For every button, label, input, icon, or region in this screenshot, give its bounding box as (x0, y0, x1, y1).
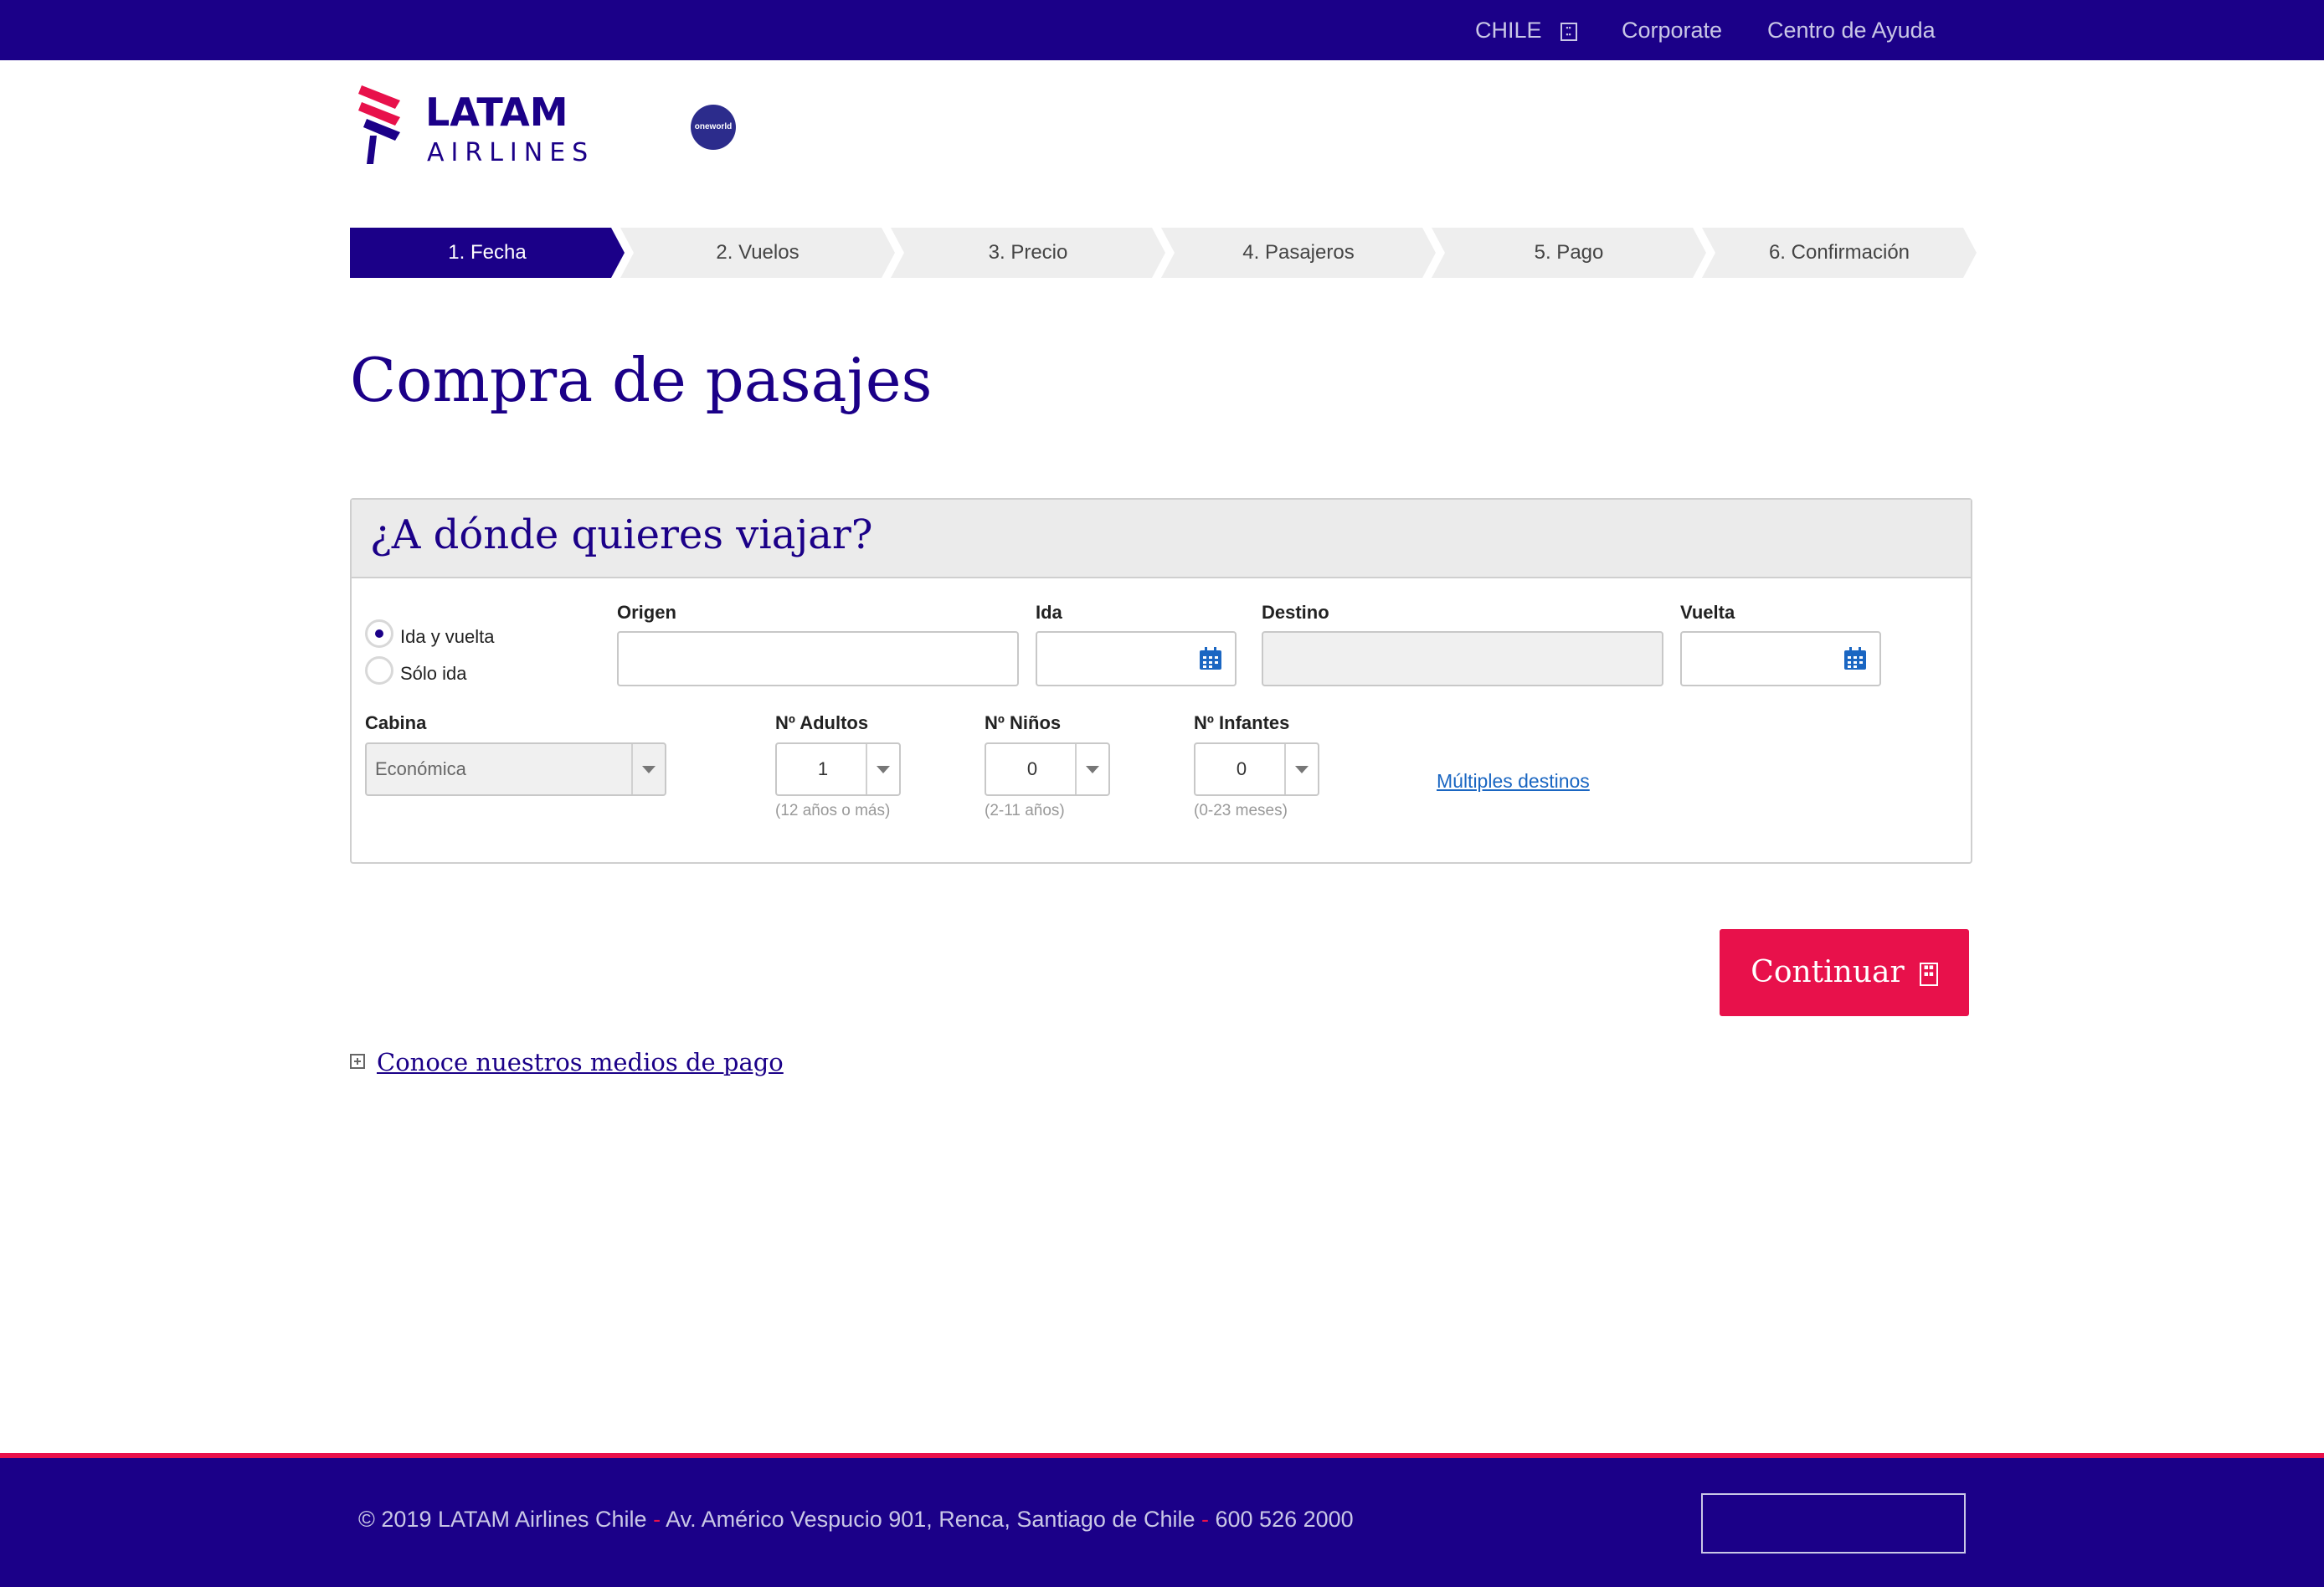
children-select[interactable]: 0 (985, 742, 1110, 796)
search-panel-title: ¿A dónde quieres viajar? (370, 511, 873, 558)
chevron-down-icon (1295, 766, 1309, 773)
one-way-label[interactable]: Sólo ida (400, 663, 467, 685)
booking-steps: 1. Fecha 2. Vuelos 3. Precio 4. Pasajero… (350, 228, 1977, 278)
children-hint: (2-11 años) (985, 802, 1065, 819)
brand-name: LATAM (425, 90, 568, 135)
payment-methods-label: Conoce nuestros medios de pago (377, 1048, 784, 1076)
radio-selected-dot (375, 629, 383, 638)
flag-icon: ▪▪ ▪▪ (1560, 22, 1577, 41)
infants-select[interactable]: 0 (1194, 742, 1319, 796)
adults-label: Nº Adultos (775, 712, 869, 733)
multiple-destinations-link[interactable]: Múltiples destinos (1437, 770, 1590, 793)
step-fecha: 1. Fecha (350, 228, 625, 278)
adults-select[interactable]: 1 (775, 742, 901, 796)
corporate-link[interactable]: Corporate (1622, 0, 1722, 60)
adults-value: 1 (817, 758, 829, 779)
step-pasajeros: 4. Pasajeros (1161, 228, 1436, 278)
payment-methods-link[interactable]: Conoce nuestros medios de pago (350, 1048, 784, 1076)
destination-input[interactable] (1262, 631, 1663, 686)
brand-sub: AIRLINES (427, 138, 594, 167)
continue-button-label: Continuar (1751, 955, 1905, 989)
footer-separator: - (1201, 1507, 1209, 1532)
cabin-select[interactable]: Económica (365, 742, 666, 796)
round-trip-radio[interactable] (365, 619, 393, 648)
step-precio: 3. Precio (891, 228, 1165, 278)
departure-label: Ida (1036, 602, 1062, 623)
footer-address: Av. Américo Vespucio 901, Renca, Santiag… (666, 1507, 1195, 1532)
footer-empty-box[interactable] (1701, 1493, 1966, 1554)
footer-text: © 2019 LATAM Airlines Chile - Av. Améric… (358, 1507, 1354, 1533)
cabin-value: Económica (375, 758, 466, 779)
arrow-right-icon: ▪▪ ▪▪ (1919, 963, 1938, 986)
adults-hint: (12 años o más) (775, 802, 891, 819)
origin-input[interactable] (617, 631, 1019, 686)
oneworld-badge: oneworld (691, 105, 736, 150)
children-label: Nº Niños (985, 712, 1062, 733)
footer-phone: 600 526 2000 (1215, 1507, 1354, 1532)
top-bar: CHILE ▪▪ ▪▪ Corporate Centro de Ayuda (0, 0, 2324, 60)
return-label: Vuelta (1680, 602, 1735, 623)
destination-label: Destino (1262, 602, 1329, 623)
continue-button[interactable]: Continuar ▪▪ ▪▪ (1720, 929, 1969, 1016)
departure-date-input[interactable] (1036, 631, 1237, 686)
chevron-down-icon (1086, 766, 1099, 773)
footer: © 2019 LATAM Airlines Chile - Av. Améric… (0, 1458, 2324, 1587)
step-vuelos: 2. Vuelos (620, 228, 895, 278)
infants-hint: (0-23 meses) (1194, 802, 1288, 819)
chevron-down-icon (877, 766, 890, 773)
return-date-input[interactable] (1680, 631, 1881, 686)
country-selector[interactable]: CHILE ▪▪ ▪▪ (1475, 0, 1577, 60)
latam-logo[interactable]: LATAM AIRLINES (358, 84, 626, 167)
chevron-down-icon (642, 766, 656, 773)
children-value: 0 (1026, 758, 1038, 779)
search-panel-header: ¿A dónde quieres viajar? (352, 500, 1971, 578)
infants-label: Nº Infantes (1194, 712, 1290, 733)
help-center-link[interactable]: Centro de Ayuda (1767, 0, 1936, 60)
one-way-radio[interactable] (365, 656, 393, 685)
round-trip-label[interactable]: Ida y vuelta (400, 626, 495, 648)
footer-copyright: © 2019 LATAM Airlines Chile (358, 1507, 647, 1532)
country-label: CHILE (1475, 18, 1542, 43)
footer-separator: - (653, 1507, 661, 1532)
step-pago: 5. Pago (1432, 228, 1706, 278)
step-confirmacion: 6. Confirmación (1702, 228, 1977, 278)
plus-icon (350, 1054, 365, 1069)
origin-label: Origen (617, 602, 676, 623)
infants-value: 0 (1236, 758, 1247, 779)
search-panel: ¿A dónde quieres viajar? Ida y vuelta Só… (350, 498, 1972, 864)
calendar-icon[interactable] (1843, 646, 1868, 671)
cabin-label: Cabina (365, 712, 427, 733)
page-title: Compra de pasajes (350, 345, 933, 415)
calendar-icon[interactable] (1198, 646, 1223, 671)
